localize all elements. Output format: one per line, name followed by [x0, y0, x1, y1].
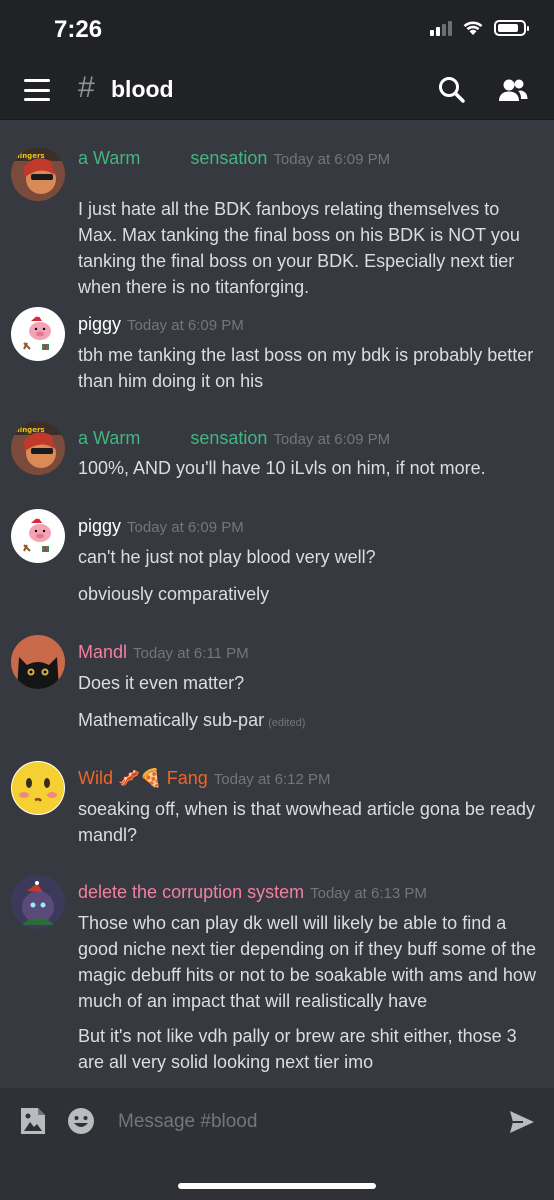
username[interactable]: delete the corruption system [78, 882, 304, 902]
username[interactable]: piggy [78, 314, 121, 334]
message-meta: Mandl Today at 6:11 PM [78, 641, 249, 665]
message-meta: a Warm sensation Today at 6:09 PM [78, 147, 390, 171]
battery-icon [494, 20, 529, 36]
status-time: 7:26 [54, 16, 103, 43]
message-text-edited: Mathematically sub-par (edited) [78, 707, 540, 736]
message-meta: Wild 🥓🍕 Fang Today at 6:12 PM [78, 767, 331, 791]
emoji-icon[interactable] [66, 1106, 96, 1136]
message-text: obviously comparatively [78, 584, 270, 604]
username[interactable]: a Warm [78, 428, 140, 448]
timestamp: Today at 6:12 PM [213, 771, 331, 788]
members-icon[interactable] [497, 74, 529, 106]
search-icon[interactable] [436, 74, 468, 106]
timestamp: Today at 6:13 PM [310, 885, 427, 902]
message-text: Mathematically sub-par [78, 710, 265, 730]
message-text: I just hate all the BDK fanboys relating… [78, 199, 520, 297]
message-text: soeaking off, when is that wowhead artic… [78, 799, 535, 845]
piggy-avatar[interactable] [11, 307, 65, 361]
timestamp: Today at 6:09 PM [273, 151, 391, 168]
timestamp: Today at 6:09 PM [127, 519, 244, 536]
message-text: Does it even matter? [78, 673, 245, 693]
message-composer [0, 1088, 554, 1200]
username[interactable]: a Warm [78, 148, 140, 168]
hash-icon: # [78, 71, 95, 104]
image-icon[interactable] [18, 1106, 48, 1136]
timestamp: Today at 6:09 PM [127, 317, 244, 334]
cat-avatar[interactable] [11, 635, 65, 689]
timestamp: Today at 6:09 PM [273, 431, 391, 448]
username[interactable]: piggy [78, 516, 121, 536]
message-text: can't he just not play blood very well? [78, 547, 376, 567]
edited-label: (edited) [268, 717, 306, 729]
message-meta: piggy Today at 6:09 PM [78, 515, 244, 539]
message-input[interactable] [118, 1108, 488, 1136]
status-bar: 7:26 [0, 0, 554, 60]
message-list[interactable]: ilingers a Warm sensation Today at 6:09 PM… [0, 121, 554, 1087]
wifi-icon [463, 21, 483, 35]
username-suffix[interactable]: sensation [190, 148, 267, 168]
timestamp: Today at 6:11 PM [133, 645, 249, 662]
message-meta: piggy Today at 6:09 PM [78, 313, 244, 337]
username-emoji: 🥓🍕 [117, 768, 163, 789]
signal-icon [430, 20, 452, 36]
send-icon[interactable] [508, 1108, 536, 1136]
svg-text:ilingers: ilingers [15, 426, 45, 434]
svg-text:ilingers: ilingers [15, 152, 45, 160]
piggy-avatar[interactable] [11, 509, 65, 563]
username-suffix[interactable]: sensation [190, 428, 267, 448]
message-text: tbh me tanking the last boss on my bdk i… [78, 345, 534, 391]
channel-title: blood [111, 76, 174, 102]
home-indicator [178, 1183, 376, 1189]
menu-icon[interactable] [24, 79, 50, 101]
warm-avatar[interactable]: ilingers [11, 421, 65, 475]
username[interactable]: Mandl [78, 642, 127, 662]
monster-avatar[interactable] [11, 875, 65, 929]
channel-header: # blood [0, 60, 554, 120]
status-icons [430, 20, 529, 36]
message-text: 100%, AND you'll have 10 iLvls on him, i… [78, 458, 486, 478]
warm-avatar[interactable]: ilingers [11, 147, 65, 201]
message-text: Those who can play dk well will likely b… [78, 913, 536, 1011]
message-text: But it's not like vdh pally or brew are … [78, 1026, 517, 1072]
username-suffix[interactable]: Fang [167, 768, 208, 788]
message-meta: a Warm sensation Today at 6:09 PM [78, 427, 390, 451]
username[interactable]: Wild [78, 768, 113, 788]
emoji-face-avatar[interactable] [11, 761, 65, 815]
message-meta: delete the corruption system Today at 6:1… [78, 881, 427, 905]
